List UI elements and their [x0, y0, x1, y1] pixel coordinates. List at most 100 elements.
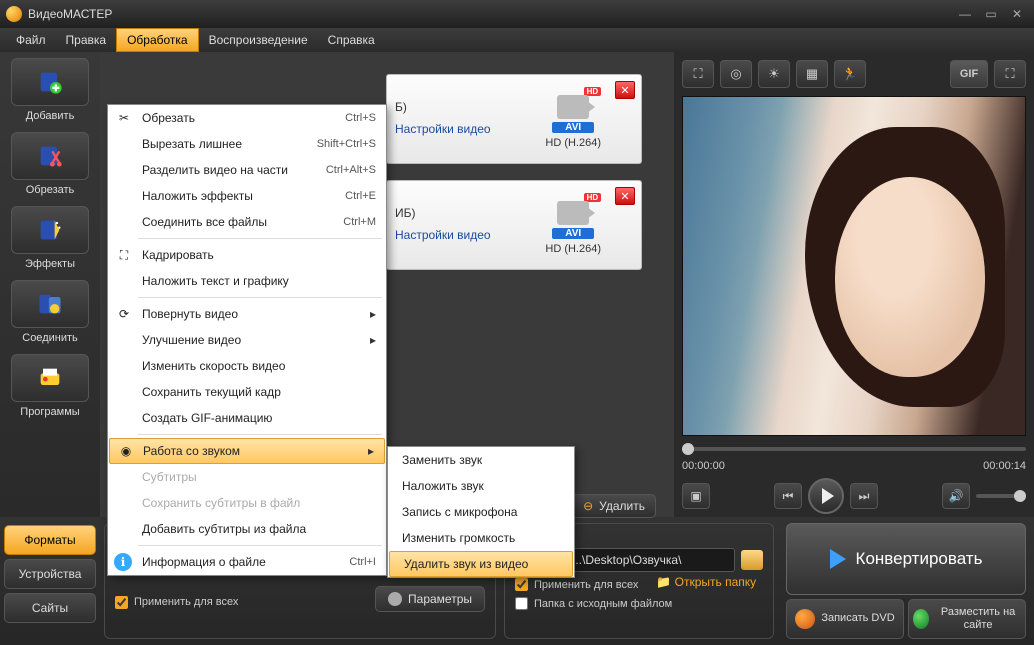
close-button[interactable]: ✕ [1006, 6, 1028, 22]
tabs: Форматы Устройства Сайты [0, 517, 100, 645]
menu-item[interactable]: Изменить скорость видео [108, 353, 386, 379]
delete-icon: ⊖ [583, 499, 593, 513]
file-size: ИБ) [395, 206, 416, 220]
menu-item[interactable]: Создать GIF-анимацию [108, 405, 386, 431]
video-settings-link[interactable]: Настройки видео [395, 122, 491, 136]
preview-tools: ⛶ ◎ ☀ ▦ 🏃 GIF ⛶ [682, 58, 1026, 90]
crop-tool-button[interactable]: ⛶ [682, 60, 714, 88]
open-folder-link[interactable]: 📁 Открыть папку [656, 575, 756, 589]
apply-all-checkbox[interactable]: Применить для всех [115, 596, 238, 609]
processing-menu: ✂ОбрезатьCtrl+SВырезать лишнееShift+Ctrl… [107, 104, 387, 576]
browse-folder-button[interactable] [741, 550, 763, 570]
trim-button[interactable] [11, 132, 89, 180]
remove-file-button[interactable]: ✕ [615, 187, 635, 205]
brightness-button[interactable]: ☀ [758, 60, 790, 88]
remove-file-button[interactable]: ✕ [615, 81, 635, 99]
scissors-icon: ✂ [114, 108, 134, 128]
titlebar: ВидеоМАСТЕР — ▭ ✕ [0, 0, 1034, 28]
menu-item[interactable]: Соединить все файлыCtrl+M [108, 209, 386, 235]
menu-item[interactable]: ◉Работа со звуком▸ [109, 438, 385, 464]
avi-label: AVI [552, 228, 594, 239]
menu-item[interactable]: Улучшение видео▸ [108, 327, 386, 353]
menu-item: Субтитры [108, 464, 386, 490]
avi-label: AVI [552, 122, 594, 133]
tab-sites[interactable]: Сайты [4, 593, 96, 623]
menu-file[interactable]: Файл [6, 28, 56, 52]
rotate-icon: ⟳ [114, 304, 134, 324]
submenu-item[interactable]: Наложить звук [388, 473, 574, 499]
file-card[interactable]: ИБ) Настройки видео HD AVI HD (H.264) ✕ [386, 180, 642, 270]
info-icon: ℹ [114, 553, 132, 571]
menu-item[interactable]: ⛶Кадрировать [108, 242, 386, 268]
audio-icon: ◉ [116, 441, 136, 461]
add-button[interactable] [11, 58, 89, 106]
menu-item[interactable]: ⟳Повернуть видео▸ [108, 301, 386, 327]
menu-item[interactable]: ✂ОбрезатьCtrl+S [108, 105, 386, 131]
snapshot-button[interactable]: ▣ [682, 483, 710, 509]
menu-help[interactable]: Справка [318, 28, 385, 52]
menubar: Файл Правка Обработка Воспроизведение Сп… [0, 28, 1034, 52]
menu-item[interactable]: ℹИнформация о файлеCtrl+I [108, 549, 386, 575]
video-settings-link[interactable]: Настройки видео [395, 228, 491, 242]
app-icon [6, 6, 22, 22]
menu-edit[interactable]: Правка [56, 28, 117, 52]
publish-button[interactable]: Разместить на сайте [908, 599, 1026, 639]
app-window: ВидеоМАСТЕР — ▭ ✕ Файл Правка Обработка … [0, 0, 1034, 645]
join-button[interactable] [11, 280, 89, 328]
fullscreen-button[interactable]: ⛶ [994, 60, 1026, 88]
format-badge: HD AVI [549, 89, 597, 133]
params-button[interactable]: Параметры [375, 586, 485, 612]
maximize-button[interactable]: ▭ [980, 6, 1002, 22]
play-button[interactable] [808, 478, 844, 514]
tool-button[interactable]: ◎ [720, 60, 752, 88]
source-folder-checkbox[interactable]: Папка с исходным файлом [515, 597, 763, 610]
next-button[interactable]: ⏭ [850, 483, 878, 509]
submenu-item[interactable]: Заменить звук [388, 447, 574, 473]
volume-slider[interactable] [976, 494, 1026, 498]
menu-item[interactable]: Разделить видео на частиCtrl+Alt+S [108, 157, 386, 183]
menu-processing[interactable]: Обработка [116, 28, 199, 52]
tab-devices[interactable]: Устройства [4, 559, 96, 589]
submenu-item[interactable]: Изменить громкость [388, 525, 574, 551]
menu-playback[interactable]: Воспроизведение [199, 28, 318, 52]
codec-label: HD (H.264) [545, 243, 601, 255]
minimize-button[interactable]: — [954, 6, 976, 22]
preview-panel: ⛶ ◎ ☀ ▦ 🏃 GIF ⛶ 00:00:00 00:00:14 ▣ ⏮ [674, 52, 1034, 517]
disc-icon [795, 609, 815, 629]
current-time: 00:00:00 [682, 460, 725, 472]
submenu-item[interactable]: Запись с микрофона [388, 499, 574, 525]
submenu-item[interactable]: Удалить звук из видео [389, 551, 573, 577]
file-card[interactable]: Б) Настройки видео HD AVI HD (H.264) ✕ [386, 74, 642, 164]
tab-formats[interactable]: Форматы [4, 525, 96, 555]
effects-label: Эффекты [25, 258, 75, 270]
tool-button[interactable]: ▦ [796, 60, 828, 88]
menu-item[interactable]: Сохранить текущий кадр [108, 379, 386, 405]
format-badge: HD AVI [549, 195, 597, 239]
programs-button[interactable] [11, 354, 89, 402]
time-display: 00:00:00 00:00:14 [682, 460, 1026, 472]
speed-button[interactable]: 🏃 [834, 60, 866, 88]
delete-button[interactable]: ⊖Удалить [572, 494, 656, 518]
gear-icon [388, 592, 402, 606]
burn-dvd-button[interactable]: Записать DVD [786, 599, 904, 639]
join-label: Соединить [22, 332, 78, 344]
menu-item[interactable]: Наложить текст и графику [108, 268, 386, 294]
menu-item[interactable]: Добавить субтитры из файла [108, 516, 386, 542]
apply-all-dest-checkbox[interactable]: Применить для всех [515, 578, 638, 591]
menu-item[interactable]: Вырезать лишнееShift+Ctrl+S [108, 131, 386, 157]
playback-controls: ▣ ⏮ ⏭ 🔊 [682, 478, 1026, 514]
programs-label: Программы [20, 406, 79, 418]
convert-button[interactable]: Конвертировать [786, 523, 1026, 595]
video-preview[interactable] [682, 96, 1026, 436]
codec-label: HD (H.264) [545, 137, 601, 149]
menu-item[interactable]: Наложить эффектыCtrl+E [108, 183, 386, 209]
volume-button[interactable]: 🔊 [942, 483, 970, 509]
prev-button[interactable]: ⏮ [774, 483, 802, 509]
add-label: Добавить [26, 110, 75, 122]
seek-bar[interactable] [682, 440, 1026, 458]
gif-button[interactable]: GIF [950, 60, 988, 88]
app-title: ВидеоМАСТЕР [28, 7, 112, 21]
effects-button[interactable] [11, 206, 89, 254]
audio-submenu: Заменить звукНаложить звукЗапись с микро… [387, 446, 575, 578]
arrow-icon [830, 549, 846, 569]
